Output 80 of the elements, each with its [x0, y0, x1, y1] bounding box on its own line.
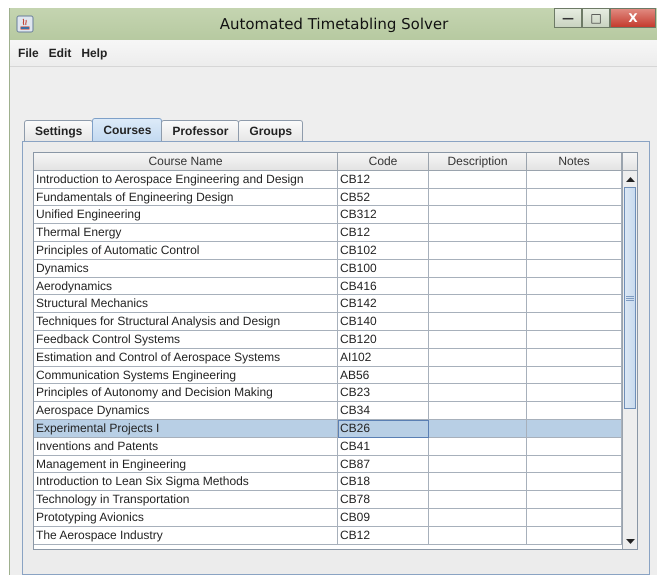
table-cell[interactable]	[429, 170, 527, 189]
maximize-button[interactable]: □	[582, 8, 610, 28]
table-cell[interactable]: Principles of Automatic Control	[34, 242, 338, 260]
table-cell[interactable]: Techniques for Structural Analysis and Design	[34, 313, 338, 331]
column-header[interactable]: Notes	[527, 153, 622, 171]
table-cell[interactable]: Principles of Autonomy and Decision Making	[34, 384, 338, 402]
table-cell[interactable]: Thermal Energy	[34, 224, 338, 242]
table-cell[interactable]: Introduction to Aerospace Engineering and Design	[34, 170, 338, 189]
menu-item[interactable]: Edit	[44, 44, 76, 62]
table-cell[interactable]: CB78	[338, 491, 429, 509]
table-cell[interactable]: Communication Systems Engineering	[34, 366, 338, 384]
table-cell[interactable]	[429, 295, 527, 314]
table-cell[interactable]: CB12	[338, 224, 429, 242]
tab[interactable]: Groups	[238, 120, 304, 141]
table-cell[interactable]	[429, 206, 527, 224]
tab[interactable]: Settings	[24, 120, 94, 141]
table-cell[interactable]	[429, 438, 527, 456]
app-icon	[16, 15, 34, 33]
table-cell[interactable]	[429, 491, 527, 509]
table-cell[interactable]: Unified Engineering	[34, 206, 338, 224]
scroll-down-icon[interactable]	[626, 538, 634, 544]
table-cell[interactable]: Experimental Projects I	[34, 420, 338, 438]
table-cell[interactable]	[429, 313, 527, 331]
table-cell[interactable]	[429, 348, 527, 367]
table-cell[interactable]: CB18	[338, 473, 429, 492]
table-cell[interactable]	[429, 278, 527, 296]
column-header[interactable]: Description	[429, 153, 527, 171]
table-cell[interactable]: CB09	[338, 508, 429, 527]
table-cell[interactable]: Fundamentals of Engineering Design	[34, 188, 338, 206]
table-cell[interactable]: CB102	[338, 242, 429, 260]
table-cell[interactable]	[429, 384, 527, 402]
table-cell[interactable]: CB26	[338, 420, 429, 438]
table-cell[interactable]	[429, 473, 527, 492]
table-cell[interactable]: AI102	[338, 348, 429, 367]
table-cell[interactable]: CB41	[338, 438, 429, 456]
table-cell[interactable]: CB312	[338, 206, 429, 224]
table-cell[interactable]: CB120	[338, 330, 429, 349]
window-title: Automated Timetabling Solver	[218, 15, 450, 33]
table-cell[interactable]: Prototyping Avionics	[34, 508, 338, 527]
table-cell[interactable]: CB23	[338, 384, 429, 402]
table-cell[interactable]	[527, 420, 622, 438]
table-cell[interactable]: CB100	[338, 260, 429, 278]
scroll-up-icon[interactable]	[626, 176, 634, 182]
table-cell[interactable]: Technology in Transportation	[34, 491, 338, 509]
minimize-button[interactable]: —	[554, 8, 582, 28]
tab[interactable]: Courses	[92, 118, 162, 141]
table-cell[interactable]: CB12	[338, 526, 429, 545]
table-cell[interactable]	[429, 260, 527, 278]
scrollbar-thumb[interactable]	[624, 187, 636, 409]
table-cell[interactable]	[429, 508, 527, 527]
tab[interactable]: Professor	[161, 120, 240, 141]
table-cell[interactable]: The Aerospace Industry	[34, 526, 338, 545]
table-cell[interactable]: CB12	[338, 170, 429, 189]
table-cell[interactable]	[429, 242, 527, 260]
table-cell[interactable]: CB140	[338, 313, 429, 331]
table-cell[interactable]	[429, 420, 527, 438]
table-cell[interactable]: Introduction to Lean Six Sigma Methods	[34, 473, 338, 492]
table-cell[interactable]: Estimation and Control of Aerospace Systems	[34, 348, 338, 367]
table-cell[interactable]	[429, 366, 527, 384]
menu-item[interactable]: File	[13, 44, 44, 62]
column-header[interactable]: Code	[338, 153, 429, 171]
close-button[interactable]: X	[610, 8, 656, 28]
table-cell[interactable]: CB52	[338, 188, 429, 206]
table-cell[interactable]: Management in Engineering	[34, 456, 338, 474]
table-cell[interactable]: CB416	[338, 278, 429, 296]
table-cell[interactable]: CB87	[338, 456, 429, 474]
table-cell[interactable]: Inventions and Patents	[34, 438, 338, 456]
table-cell[interactable]: Aerodynamics	[34, 278, 338, 296]
table-cell[interactable]	[429, 224, 527, 242]
table-cell[interactable]: CB142	[338, 295, 429, 314]
column-header[interactable]: Course Name	[34, 153, 338, 171]
table-cell[interactable]: Dynamics	[34, 260, 338, 278]
menu-item[interactable]: Help	[76, 44, 112, 62]
table-cell[interactable]	[429, 188, 527, 206]
table-cell[interactable]	[429, 456, 527, 474]
table-cell[interactable]	[429, 330, 527, 349]
table-cell[interactable]: AB56	[338, 366, 429, 384]
table-cell[interactable]: Structural Mechanics	[34, 295, 338, 314]
table-cell[interactable]	[429, 526, 527, 545]
table-cell[interactable]: Feedback Control Systems	[34, 330, 338, 349]
